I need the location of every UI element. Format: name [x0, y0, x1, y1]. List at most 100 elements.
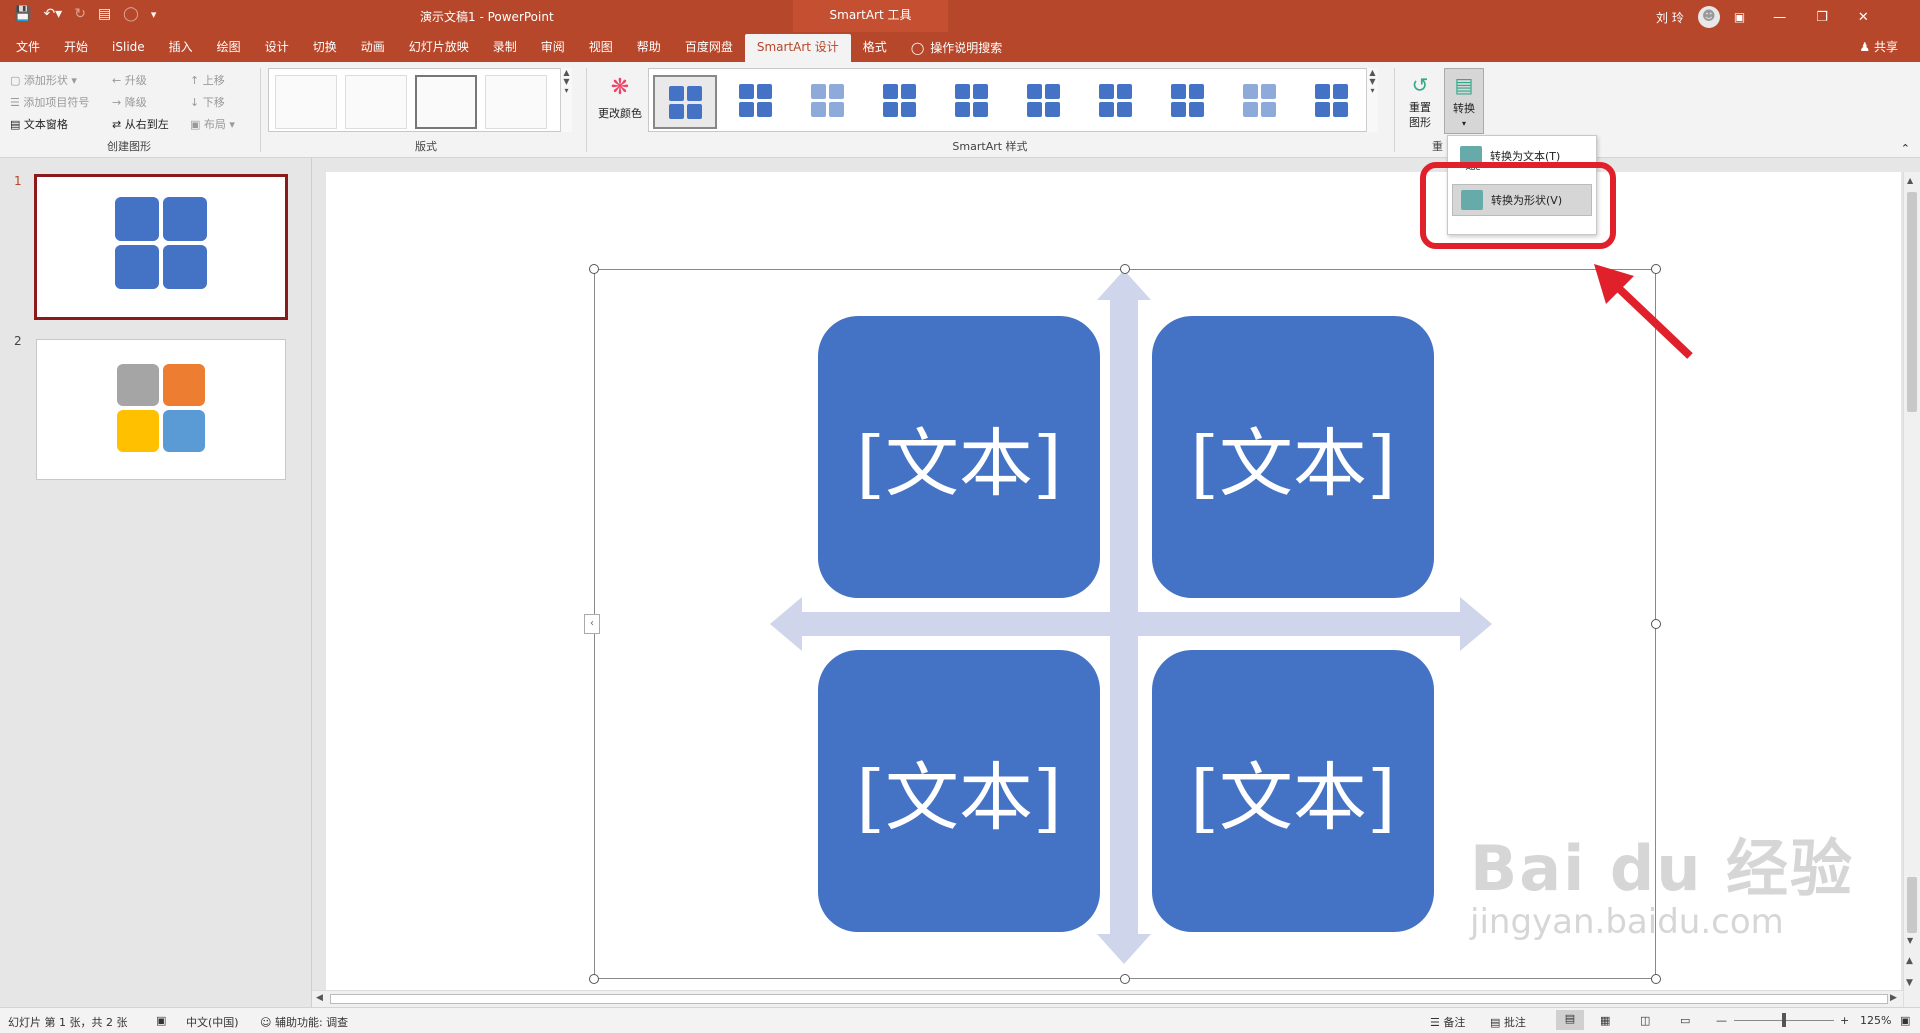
zoom-in-icon[interactable]: +	[1840, 1014, 1849, 1027]
group-layouts: ▲ ▼ ▾ 版式	[266, 66, 586, 156]
save-icon[interactable]: 💾	[14, 6, 31, 22]
tab-view[interactable]: 视图	[577, 34, 625, 62]
demote-button[interactable]: → 降级	[112, 94, 147, 110]
tab-insert[interactable]: 插入	[157, 34, 205, 62]
tab-slideshow[interactable]: 幻灯片放映	[397, 34, 481, 62]
accessibility-status[interactable]: ☺ 辅助功能: 调查	[260, 1014, 348, 1030]
zoom-level[interactable]: 125%	[1860, 1014, 1891, 1027]
zoom-out-icon[interactable]: —	[1716, 1014, 1727, 1027]
convert-button[interactable]: ▤ 转换 ▾	[1444, 68, 1484, 134]
share-button[interactable]: ♟ 共享	[1859, 38, 1898, 55]
layout-option[interactable]	[345, 75, 407, 129]
text-pane-button[interactable]: ▤ 文本窗格	[10, 116, 68, 132]
comments-button[interactable]: ▤ 批注	[1490, 1014, 1526, 1030]
layout-option-selected[interactable]	[415, 75, 477, 129]
next-slide-icon[interactable]: ▼	[1906, 978, 1913, 988]
move-down-button[interactable]: ↓ 下移	[190, 94, 225, 110]
vertical-scroll-thumb-lower[interactable]	[1907, 877, 1917, 933]
tab-smartart-design[interactable]: SmartArt 设计	[744, 34, 851, 62]
tab-draw[interactable]: 绘图	[205, 34, 253, 62]
tab-record[interactable]: 录制	[481, 34, 529, 62]
minimize-icon[interactable]: —	[1773, 10, 1786, 25]
layout-button[interactable]: ▣ 布局 ▾	[190, 116, 235, 132]
reading-view-icon[interactable]: ◫	[1640, 1014, 1650, 1027]
style-option[interactable]	[1229, 75, 1293, 129]
tab-home[interactable]: 开始	[52, 34, 100, 62]
notes-button[interactable]: ☰ 备注	[1430, 1014, 1465, 1030]
style-option[interactable]	[1013, 75, 1077, 129]
customize-qat-icon[interactable]: ▾	[151, 8, 157, 21]
scroll-left-icon[interactable]: ◀	[316, 993, 323, 1003]
ribbon-display-icon[interactable]: ▣	[1734, 10, 1745, 24]
tab-animations[interactable]: 动画	[349, 34, 397, 62]
tab-islide[interactable]: iSlide	[100, 34, 157, 62]
text-pane-toggle-icon[interactable]: ‹	[584, 614, 600, 634]
undo-icon[interactable]: ↶▾	[43, 6, 62, 22]
promote-button[interactable]: ← 升级	[112, 72, 147, 88]
style-option[interactable]	[869, 75, 933, 129]
reset-graphic-button[interactable]: ↺ 重置图形	[1400, 70, 1440, 130]
scroll-up-icon[interactable]: ▲	[1907, 176, 1913, 185]
style-option[interactable]	[725, 75, 789, 129]
resize-handle[interactable]	[589, 264, 599, 274]
slideshow-view-icon[interactable]: ▭	[1680, 1014, 1690, 1027]
zoom-slider-thumb[interactable]	[1782, 1013, 1786, 1027]
quick-access-toolbar: 💾 ↶▾ ↻ ▤ ◯ ▾	[14, 6, 156, 22]
smartart-shape-3[interactable]: [文本]	[818, 650, 1100, 932]
resize-handle[interactable]	[1651, 619, 1661, 629]
style-option[interactable]	[1085, 75, 1149, 129]
tab-design[interactable]: 设计	[253, 34, 301, 62]
style-option[interactable]	[797, 75, 861, 129]
slide-info[interactable]: 幻灯片 第 1 张，共 2 张	[8, 1014, 127, 1030]
tab-help[interactable]: 帮助	[625, 34, 673, 62]
resize-handle[interactable]	[1651, 974, 1661, 984]
change-colors-button[interactable]: ❋ 更改颜色	[594, 70, 646, 121]
add-shape-button[interactable]: ▢ 添加形状 ▾	[10, 72, 77, 88]
avatar-icon[interactable]: ☻	[1697, 6, 1720, 28]
styles-gallery-scroll[interactable]: ▲ ▼ ▾	[1366, 68, 1378, 132]
right-to-left-button[interactable]: ⇄ 从右到左	[112, 116, 169, 132]
spellcheck-icon[interactable]: ▣	[156, 1014, 166, 1027]
scroll-right-icon[interactable]: ▶	[1890, 993, 1897, 1003]
horizontal-scrollbar[interactable]: ◀ ▶	[312, 990, 1903, 1007]
vertical-scrollbar[interactable]: ▲ ▼ ▲ ▼	[1903, 172, 1920, 1007]
redo-icon[interactable]: ↻	[74, 6, 86, 22]
smartart-shape-1[interactable]: [文本]	[818, 316, 1100, 598]
smartart-shape-2[interactable]: [文本]	[1152, 316, 1434, 598]
layout-option[interactable]	[485, 75, 547, 129]
style-option[interactable]	[941, 75, 1005, 129]
presenter-icon[interactable]: ▤	[98, 6, 111, 22]
touch-mode-icon[interactable]: ◯	[123, 6, 139, 22]
language-status[interactable]: 中文(中国)	[186, 1014, 239, 1030]
tab-file[interactable]: 文件	[0, 34, 52, 62]
move-up-button[interactable]: ↑ 上移	[190, 72, 225, 88]
add-bullet-button[interactable]: ☰ 添加项目符号	[10, 94, 89, 110]
user-name[interactable]: 刘 玲	[1656, 9, 1684, 26]
smartart-shape-4[interactable]: [文本]	[1152, 650, 1434, 932]
resize-handle[interactable]	[1120, 264, 1130, 274]
layout-option[interactable]	[275, 75, 337, 129]
vertical-scroll-thumb[interactable]	[1907, 192, 1917, 412]
style-option-selected[interactable]	[653, 75, 717, 129]
close-icon[interactable]: ✕	[1858, 10, 1869, 25]
resize-handle[interactable]	[1120, 974, 1130, 984]
slide-thumbnail-1[interactable]	[34, 174, 288, 320]
tab-transitions[interactable]: 切换	[301, 34, 349, 62]
style-option[interactable]	[1301, 75, 1365, 129]
fit-to-window-icon[interactable]: ▣	[1900, 1014, 1910, 1027]
tab-baidu-netdisk[interactable]: 百度网盘	[673, 34, 745, 62]
tell-me-search[interactable]: ◯ 操作说明搜索	[899, 34, 1014, 62]
tab-review[interactable]: 审阅	[529, 34, 577, 62]
style-option[interactable]	[1157, 75, 1221, 129]
scroll-down-icon[interactable]: ▼	[1907, 936, 1913, 945]
layout-gallery-scroll[interactable]: ▲ ▼ ▾	[560, 68, 572, 132]
collapse-ribbon-icon[interactable]: ⌃	[1901, 142, 1910, 155]
horizontal-scroll-thumb[interactable]	[330, 994, 1888, 1004]
restore-icon[interactable]: ❐	[1816, 10, 1828, 25]
slide-sorter-icon[interactable]: ▦	[1600, 1014, 1610, 1027]
previous-slide-icon[interactable]: ▲	[1906, 956, 1913, 966]
normal-view-icon[interactable]: ▤	[1556, 1010, 1584, 1030]
tab-format[interactable]: 格式	[851, 34, 899, 62]
slide-thumbnail-2[interactable]	[36, 339, 286, 480]
resize-handle[interactable]	[589, 974, 599, 984]
